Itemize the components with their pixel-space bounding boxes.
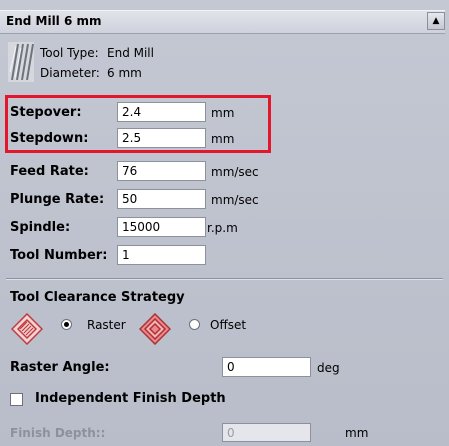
tool-panel: End Mill 6 mm ▲ Tool Type: End Mill Diam… [0,0,449,446]
spindle-label: Spindle: [10,220,71,235]
tool-number-input[interactable]: 1 [117,245,206,265]
tool-type-label: Tool Type: [40,46,99,60]
finish-depth-input[interactable]: 0 [222,423,311,442]
diameter-value: 6 mm [107,66,142,80]
tool-type-value: End Mill [107,46,154,60]
finish-depth-label: Finish Depth:: [10,426,106,440]
raster-angle-label: Raster Angle: [10,360,110,375]
raster-strategy-icon [11,313,43,345]
plunge-rate-label: Plunge Rate: [10,192,105,207]
panel-header[interactable]: End Mill 6 mm ▲ [0,10,445,34]
plunge-rate-input[interactable]: 50 [117,189,206,209]
finish-depth-unit: mm [345,426,369,440]
end-mill-icon [8,42,34,82]
spindle-unit: r.p.m [207,221,238,235]
offset-radio[interactable] [189,319,200,330]
independent-finish-label: Independent Finish Depth [35,391,226,406]
feed-rate-unit: mm/sec [211,165,259,179]
panel-title: End Mill 6 mm [6,14,102,28]
independent-finish-checkbox[interactable] [10,393,23,406]
highlight-box [5,95,271,153]
raster-radio[interactable] [61,319,72,330]
spindle-input[interactable]: 15000 [117,217,206,237]
offset-label: Offset [210,318,247,332]
feed-rate-label: Feed Rate: [10,164,89,179]
offset-strategy-icon [139,313,171,345]
raster-angle-input[interactable]: 0 [222,357,311,377]
feed-rate-input[interactable]: 76 [117,161,206,181]
clearance-heading: Tool Clearance Strategy [10,290,185,305]
section-divider [6,278,443,280]
raster-label: Raster [87,318,126,332]
raster-angle-unit: deg [317,361,340,375]
collapse-icon[interactable]: ▲ [427,12,445,30]
tool-number-label: Tool Number: [10,248,108,263]
plunge-rate-unit: mm/sec [211,193,259,207]
diameter-label: Diameter: [40,66,100,80]
